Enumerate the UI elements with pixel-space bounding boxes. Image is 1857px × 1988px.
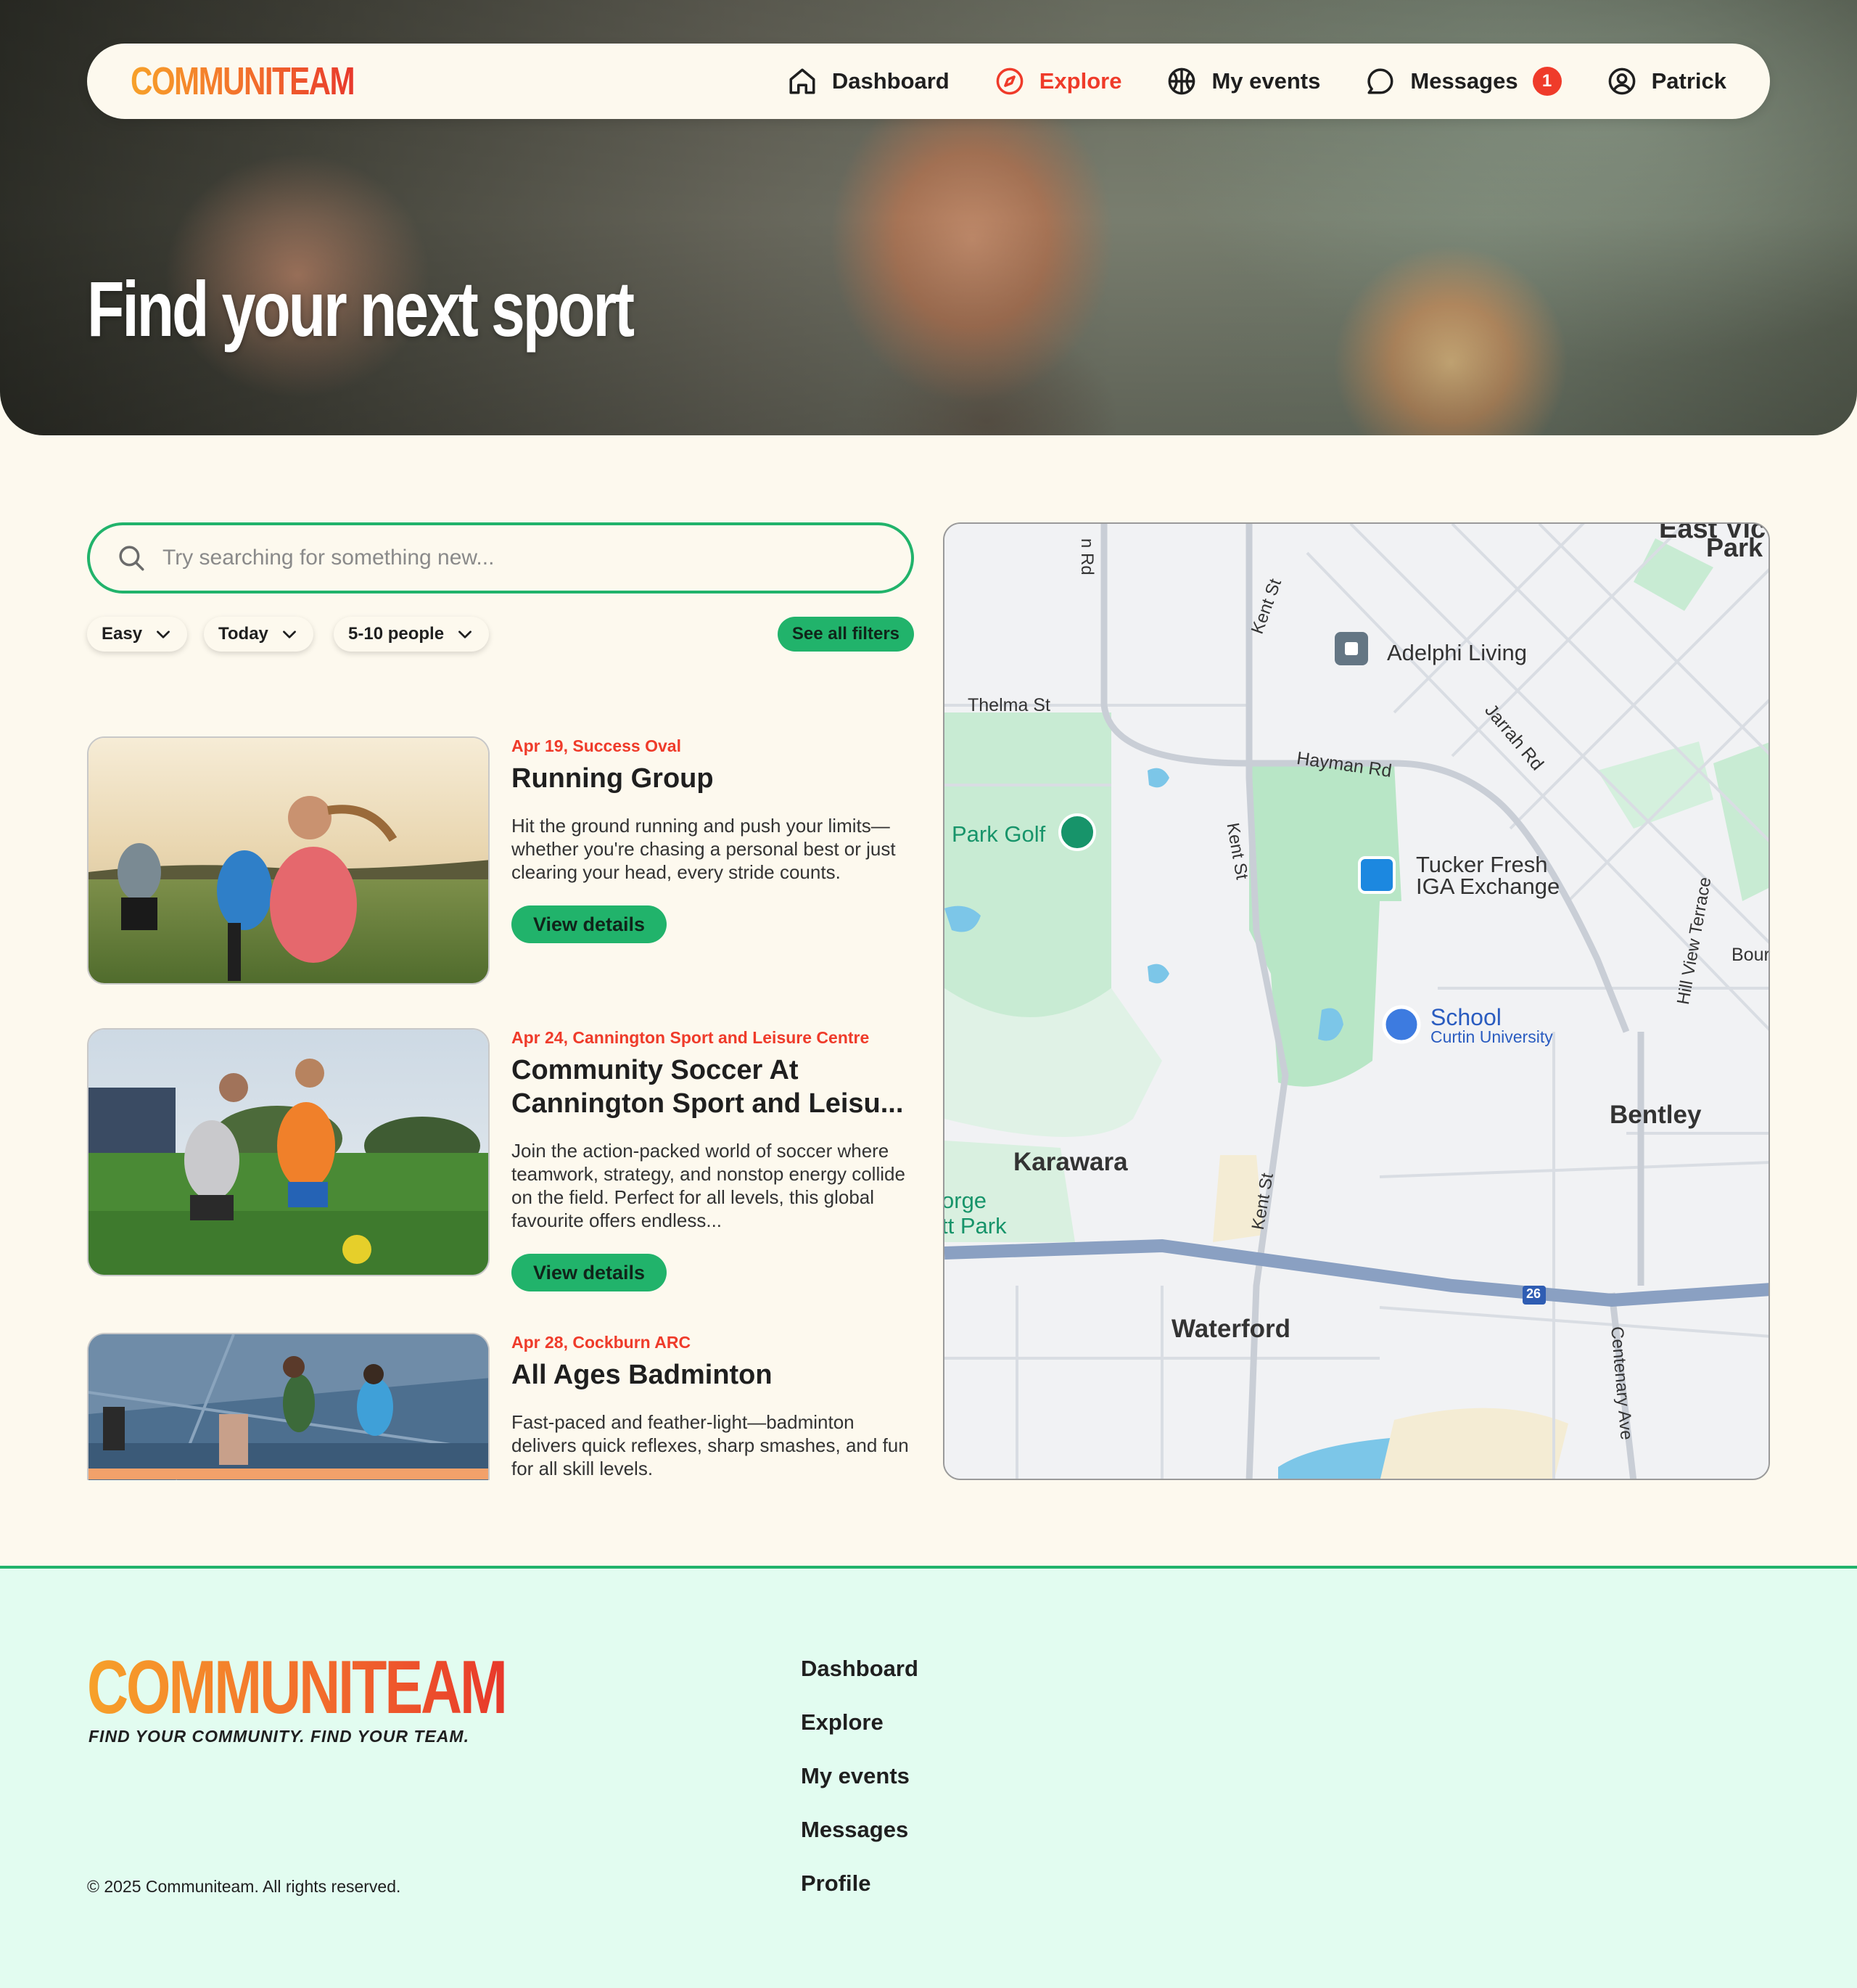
- map-label: Bentley: [1610, 1101, 1702, 1129]
- map-label: Curtin University: [1430, 1027, 1553, 1046]
- event-info: Apr 19, Success Oval Running Group Hit t…: [511, 736, 914, 943]
- event-date: Apr 19, Success Oval: [511, 736, 681, 755]
- footer-logo[interactable]: COMMUNITEAM: [87, 1650, 508, 1725]
- top-nav: COMMUNITEAM Dashboard Explore My events …: [87, 44, 1770, 119]
- event-info: Apr 24, Cannington Sport and Leisure Cen…: [511, 1028, 914, 1291]
- event-image-soccer[interactable]: [87, 1028, 490, 1276]
- map-label: Park: [1706, 533, 1763, 562]
- footer-link-messages[interactable]: Messages: [801, 1817, 918, 1870]
- filters-row: Easy Today 5-10 people See all filters: [87, 617, 914, 652]
- map-label: tt Park: [943, 1213, 1007, 1239]
- see-all-filters-button[interactable]: See all filters: [777, 617, 914, 652]
- map-label: orge: [943, 1188, 987, 1213]
- nav-dashboard-label: Dashboard: [831, 68, 950, 94]
- footer-links: Dashboard Explore My events Messages Pro…: [801, 1656, 918, 1924]
- nav-profile[interactable]: Patrick: [1607, 66, 1726, 96]
- view-details-button[interactable]: View details: [511, 1254, 667, 1291]
- event-title[interactable]: Running Group: [511, 762, 914, 795]
- nav-links: Dashboard Explore My events Messages 1 P…: [787, 66, 1726, 96]
- event-list: Apr 19, Success Oval Running Group Hit t…: [87, 736, 914, 1480]
- event-description: Fast-paced and feather-light—badminton d…: [511, 1411, 909, 1479]
- compass-icon: [996, 67, 1024, 95]
- search-bar[interactable]: [87, 522, 914, 593]
- footer-link-my-events[interactable]: My events: [801, 1763, 918, 1817]
- event-image-running[interactable]: [87, 736, 490, 985]
- filter-difficulty-label: Easy: [102, 624, 143, 644]
- event-description: Hit the ground running and push your lim…: [511, 815, 896, 883]
- nav-my-events-label: My events: [1211, 68, 1321, 94]
- map-label: n Rd: [1077, 538, 1097, 575]
- copyright: © 2025 Communiteam. All rights reserved.: [87, 1877, 401, 1896]
- chevron-down-icon: [157, 631, 170, 638]
- nav-messages-label: Messages: [1410, 68, 1518, 94]
- hero-title: Find your next sport: [87, 265, 635, 353]
- nav-explore-label: Explore: [1039, 68, 1122, 94]
- chevron-down-icon: [458, 631, 472, 638]
- footer-link-dashboard[interactable]: Dashboard: [801, 1656, 918, 1709]
- nav-profile-label: Patrick: [1651, 68, 1726, 94]
- event-title[interactable]: Community Soccer At Cannington Sport and…: [511, 1053, 914, 1120]
- ball-icon: [1169, 67, 1195, 95]
- event-date: Apr 24, Cannington Sport and Leisure Cen…: [511, 1028, 870, 1047]
- search-icon: [119, 546, 144, 571]
- map-label: Bour: [1732, 945, 1770, 965]
- footer-tagline: FIND YOUR COMMUNITY. FIND YOUR TEAM.: [88, 1727, 469, 1746]
- search-input[interactable]: [162, 546, 859, 570]
- event-description: Join the action-packed world of soccer w…: [511, 1140, 905, 1231]
- nav-my-events[interactable]: My events: [1166, 66, 1320, 96]
- map-label: IGA Exchange: [1416, 874, 1560, 899]
- filter-group-size-label: 5-10 people: [348, 624, 445, 644]
- event-info: Apr 28, Cockburn ARC All Ages Badminton …: [511, 1333, 914, 1480]
- chat-icon: [1367, 68, 1393, 94]
- logo[interactable]: COMMUNITEAM: [131, 59, 355, 104]
- nav-explore[interactable]: Explore: [995, 66, 1122, 96]
- nav-dashboard[interactable]: Dashboard: [787, 66, 950, 96]
- event-image-badminton[interactable]: [87, 1333, 490, 1480]
- nav-messages[interactable]: Messages 1: [1365, 66, 1562, 96]
- footer-link-profile[interactable]: Profile: [801, 1870, 918, 1924]
- filter-date-label: Today: [218, 624, 268, 644]
- messages-badge: 1: [1532, 67, 1562, 96]
- map-label: Karawara: [1013, 1148, 1128, 1176]
- user-icon: [1608, 67, 1635, 95]
- event-title[interactable]: All Ages Badminton: [511, 1358, 914, 1392]
- map-label: Thelma St: [968, 695, 1050, 715]
- map-label: Adelphi Living: [1387, 640, 1528, 665]
- filter-group-size[interactable]: 5-10 people: [334, 617, 490, 652]
- filter-date[interactable]: Today: [204, 617, 313, 652]
- view-details-button[interactable]: View details: [511, 905, 667, 943]
- map-view[interactable]: East Vict Park n Rd Adelphi Living Thelm…: [943, 522, 1770, 1480]
- footer: COMMUNITEAM FIND YOUR COMMUNITY. FIND YO…: [0, 1566, 1857, 1988]
- footer-link-explore[interactable]: Explore: [801, 1709, 918, 1763]
- map-label: Waterford: [1172, 1315, 1290, 1343]
- home-icon: [789, 68, 815, 94]
- map-label: 26: [1526, 1286, 1541, 1301]
- filter-difficulty[interactable]: Easy: [87, 617, 188, 652]
- chevron-down-icon: [282, 631, 296, 638]
- map-canvas[interactable]: [944, 524, 1770, 1480]
- event-date: Apr 28, Cockburn ARC: [511, 1333, 691, 1352]
- map-label: Park Golf: [952, 821, 1046, 847]
